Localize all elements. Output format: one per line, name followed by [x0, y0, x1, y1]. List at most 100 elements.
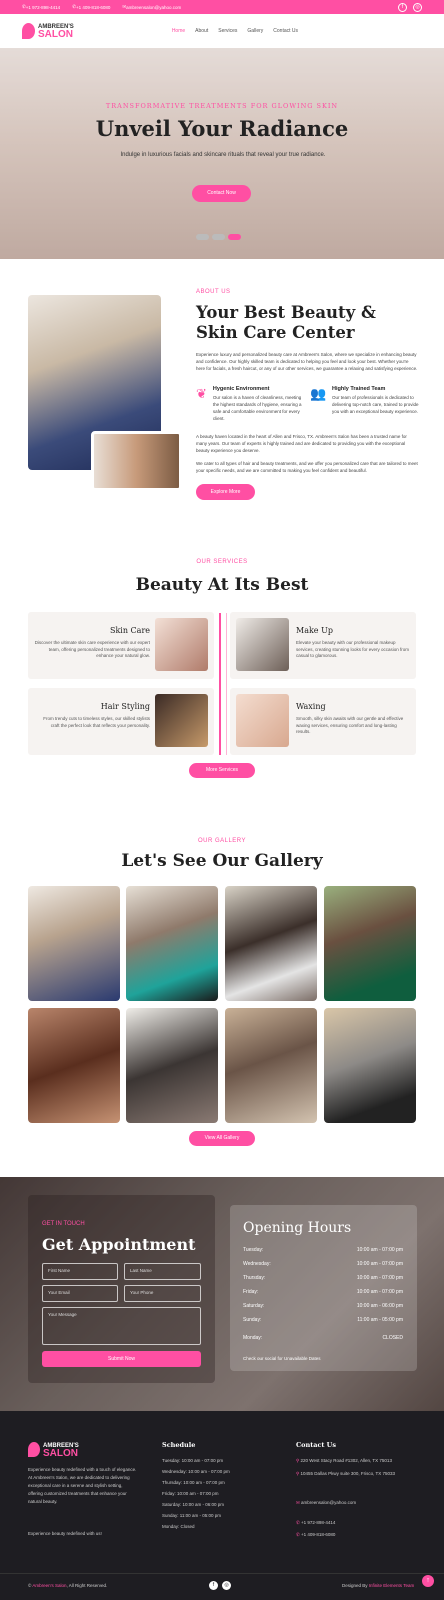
service-image: [155, 618, 208, 671]
appointment-title: Get Appointment: [42, 1235, 196, 1254]
footer-phone-1[interactable]: ✆ +1 972-898-4414: [296, 1520, 335, 1526]
navbar: AMBREEN'S SALON Home About Services Galle…: [0, 14, 444, 48]
services-divider-accent: [226, 613, 227, 755]
top-bar: ✆ +1 972-898-4414 ✆ +1 409-818-6080 ✉ am…: [0, 0, 444, 14]
footer-schedule-heading: Schedule: [162, 1441, 196, 1449]
slider-dot[interactable]: [196, 234, 209, 240]
facebook-icon[interactable]: f: [398, 2, 407, 12]
gallery-image[interactable]: [324, 1008, 416, 1123]
footer-schedule-item: Saturday: 10:00 am - 06:00 pm: [162, 1502, 225, 1507]
nav-about[interactable]: About: [195, 28, 208, 34]
back-to-top-icon[interactable]: ↑: [422, 1575, 434, 1587]
logo-mark-icon: [28, 1442, 40, 1457]
service-image: [155, 694, 208, 747]
gallery-title: Let's See Our Gallery: [121, 851, 323, 871]
footer-logo[interactable]: AMBREEN'S SALON: [28, 1442, 79, 1458]
phone-input[interactable]: Your Phone: [124, 1285, 201, 1302]
about-title: Your Best Beauty & Skin Care Center: [196, 303, 376, 342]
explore-more-button[interactable]: Explore More: [196, 484, 255, 500]
footer-email[interactable]: ✉ ambreensalon@yahoo.com: [296, 1500, 356, 1506]
feature-team: 👥 Highly Trained Team Our team of profess…: [310, 386, 419, 414]
footer-motto: Experience beauty redefined with us!: [28, 1531, 102, 1536]
gallery-image[interactable]: [225, 886, 317, 1001]
gallery-image[interactable]: [126, 1008, 218, 1123]
hours-row: Wednesday: 10:00 am - 07:00 pm: [243, 1261, 403, 1267]
slider-dot-active[interactable]: [228, 234, 241, 240]
view-all-gallery-button[interactable]: View All Gallery: [189, 1131, 255, 1146]
about-tag: ABOUT US: [196, 289, 231, 295]
slider-dots: [196, 234, 241, 240]
hours-row: Sunday: 11:00 am - 05:00 pm: [243, 1317, 403, 1323]
nav-home[interactable]: Home: [172, 28, 185, 34]
footer-schedule-item: Sunday: 11:00 am - 05:00 pm: [162, 1513, 221, 1518]
email-input[interactable]: Your Email: [42, 1285, 118, 1302]
submit-now-button[interactable]: Submit Now: [42, 1351, 201, 1367]
salon-decor-image: [91, 431, 182, 491]
services-divider: [219, 613, 221, 755]
hero-banner: TRANSFORMATIVE TREATMENTS FOR GLOWING SK…: [0, 48, 444, 259]
services-title: Beauty At Its Best: [135, 575, 309, 595]
nav-services[interactable]: Services: [218, 28, 237, 34]
gallery-image[interactable]: [28, 886, 120, 1001]
hours-row: Thursday: 10:00 am - 07:00 pm: [243, 1275, 403, 1281]
service-waxing[interactable]: Waxing Smooth, silky skin awaits with ou…: [230, 688, 416, 755]
team-icon: 👥: [310, 386, 327, 401]
logo[interactable]: AMBREEN'S SALON: [22, 23, 74, 40]
about-paragraph-2: A beauty haven located in the heart of A…: [196, 434, 407, 453]
service-image: [236, 618, 289, 671]
footer-about: Experience beauty redefined with a touch…: [28, 1467, 137, 1504]
hours-row: Saturday: 10:00 am - 06:00 pm: [243, 1303, 403, 1309]
instagram-icon[interactable]: ◎: [413, 2, 422, 12]
feature-hygiene: ❦ Hygenic Environment Our salon is a have…: [196, 386, 302, 421]
footer-schedule-item: Tuesday: 10:00 am - 07:00 pm: [162, 1458, 224, 1463]
topbar-email[interactable]: ✉ ambreensalon@yahoo.com: [122, 4, 181, 10]
appointment-tag: GET IN TOUCH: [42, 1221, 85, 1227]
footer-schedule-item: Thursday: 10:00 am - 07:00 pm: [162, 1480, 225, 1485]
nav-contact[interactable]: Contact Us: [273, 28, 298, 34]
about-paragraph: Experience luxury and personalized beaut…: [196, 352, 418, 371]
footer-phone-2[interactable]: ✆ +1 409-818-6080: [296, 1532, 335, 1538]
footer-schedule-item: Wednesday: 10:00 am - 07:00 pm: [162, 1469, 230, 1474]
hero-title: Unveil Your Radiance: [95, 116, 349, 141]
service-image: [236, 694, 289, 747]
opening-hours-title: Opening Hours: [243, 1220, 352, 1236]
gallery-image[interactable]: [28, 1008, 120, 1123]
gallery-image[interactable]: [126, 886, 218, 1001]
hours-row: Monday: CLOSED: [243, 1335, 403, 1341]
hero-subtitle: Indulge in luxurious facials and skincar…: [120, 152, 326, 158]
main-menu: Home About Services Gallery Contact Us: [172, 28, 298, 34]
logo-mark-icon: [22, 23, 35, 39]
service-skin-care[interactable]: Skin Care Discover the ultimate skin car…: [28, 612, 214, 679]
hero-tagline: TRANSFORMATIVE TREATMENTS FOR GLOWING SK…: [105, 102, 339, 110]
footer-schedule-item: Friday: 10:00 am - 07:00 pm: [162, 1491, 219, 1496]
gallery-tag: OUR GALLERY: [197, 838, 247, 844]
topbar-phone1[interactable]: ✆ +1 972-898-4414: [22, 4, 60, 10]
instagram-icon[interactable]: ◎: [222, 1581, 231, 1590]
services-tag: OUR SERVICES: [196, 559, 248, 565]
lotus-icon: ❦: [196, 386, 207, 401]
hours-note: Check our social for Unavailable Dates: [243, 1356, 321, 1361]
service-make-up[interactable]: Make Up Elevate your beauty with our pro…: [230, 612, 416, 679]
service-hair-styling[interactable]: Hair Styling From trendy cuts to timeles…: [28, 688, 214, 755]
hours-row: Friday: 10:00 am - 07:00 pm: [243, 1289, 403, 1295]
facebook-icon[interactable]: f: [209, 1581, 218, 1590]
nav-gallery[interactable]: Gallery: [247, 28, 263, 34]
footer-schedule-item: Monday: Closed: [162, 1524, 195, 1529]
first-name-input[interactable]: First Name: [42, 1263, 118, 1280]
designed-by: Designed By Infinite Elements Team: [342, 1583, 415, 1588]
gallery-image[interactable]: [324, 886, 416, 1001]
topbar-phone2[interactable]: ✆ +1 409-818-6080: [72, 4, 110, 10]
hours-row: Tuesday: 10:00 am - 07:00 pm: [243, 1247, 403, 1253]
about-paragraph-3: We cater to all types of hair and beauty…: [196, 461, 418, 473]
more-services-button[interactable]: More Services: [189, 763, 255, 778]
footer-address-1[interactable]: ⚲ 220 West Stacy Road #1302, Allen, TX 7…: [296, 1458, 416, 1464]
last-name-input[interactable]: Last Name: [124, 1263, 201, 1280]
contact-now-button[interactable]: Contact Now: [192, 185, 251, 202]
footer-contact-heading: Contact Us: [296, 1441, 336, 1449]
gallery-image[interactable]: [225, 1008, 317, 1123]
footer-address-2[interactable]: ⚲ 10455 Dallas Pkwy suite 300, Frisco, T…: [296, 1471, 416, 1477]
copyright: © Ambreen's Salon, All Right Reserved.: [28, 1583, 108, 1588]
footer-social: f ◎: [209, 1581, 231, 1590]
message-input[interactable]: Your Message: [42, 1307, 201, 1345]
slider-dot[interactable]: [212, 234, 225, 240]
